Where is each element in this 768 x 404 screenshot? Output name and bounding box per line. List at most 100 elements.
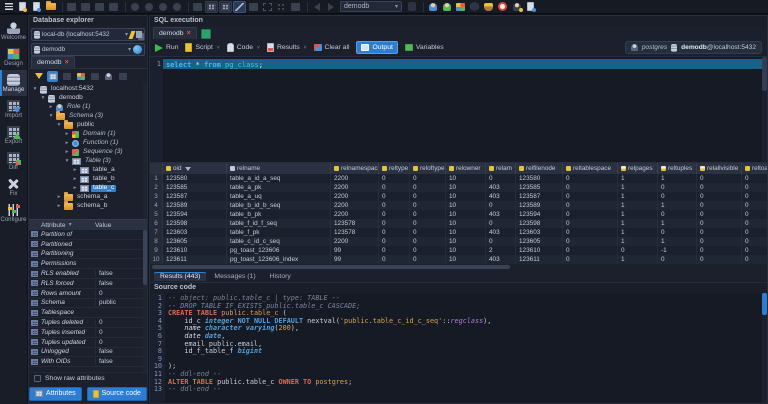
attribute-row[interactable]: Permissions [29, 259, 147, 269]
cell-oid[interactable]: 123605 [163, 237, 227, 246]
nav-back-button[interactable] [310, 1, 323, 13]
cell-reltuples[interactable]: 0 [658, 183, 697, 192]
copy-button[interactable] [89, 71, 100, 82]
tab-results-443-[interactable]: Results (443) [154, 272, 206, 281]
cell-relpages[interactable]: 1 [618, 228, 658, 237]
cell-reltype[interactable]: 0 [379, 183, 410, 192]
expanded-arrow-icon[interactable]: ▾ [32, 87, 38, 93]
column-header-reltablespace[interactable]: reltablespace [563, 163, 618, 174]
new-object-button[interactable] [247, 1, 260, 13]
main-menu-button[interactable] [2, 1, 15, 13]
clear-all-button[interactable]: Clear all [314, 44, 350, 51]
run-button[interactable]: Run [155, 44, 178, 52]
collapsed-arrow-icon[interactable]: ▸ [48, 105, 54, 111]
cell-relallvisible[interactable]: 0 [697, 210, 742, 219]
cell-reltablespace[interactable]: 0 [563, 192, 618, 201]
sidebar-item-welcome[interactable]: Welcome [0, 18, 27, 44]
select-items-button[interactable] [275, 1, 288, 13]
tree-item[interactable]: ▾demodb [29, 94, 147, 103]
cell-relowner[interactable]: 10 [446, 255, 486, 264]
cell-reltablespace[interactable]: 0 [563, 210, 618, 219]
attribute-row[interactable]: Partitioning [29, 250, 147, 260]
cell-relname[interactable]: table_b_pk [227, 210, 331, 219]
cell-relfilenode[interactable]: 123610 [516, 246, 563, 255]
attribute-column-header[interactable]: Attribute [41, 222, 66, 229]
cell-relpages[interactable]: 1 [618, 237, 658, 246]
cell-reltuples[interactable]: 1 [658, 174, 697, 183]
cell-relfilenode[interactable]: 123603 [516, 228, 563, 237]
cell-relname[interactable]: pg_toast_123606_index [227, 255, 331, 264]
cell-relowner[interactable]: 10 [446, 237, 486, 246]
cell-relnamespace[interactable]: 2200 [331, 210, 379, 219]
sql-editor[interactable]: 1 select * from pg_class; [150, 56, 767, 162]
export-file-button[interactable] [93, 1, 106, 13]
tree-item[interactable]: ▾Schema (3) [29, 112, 147, 121]
tree-item[interactable]: ▾Table (3) [29, 157, 147, 166]
cell-reltype[interactable]: 0 [379, 201, 410, 210]
cell-relname[interactable]: table_c_id_c_seq [227, 237, 331, 246]
tree-item[interactable]: ▸schema_a [29, 193, 147, 202]
cell-reltoastrelid[interactable]: 0 [742, 255, 767, 264]
source-scrollbar[interactable] [762, 293, 767, 403]
open-model-button[interactable] [44, 1, 57, 13]
cell-relname[interactable]: pg_toast_123606 [227, 246, 331, 255]
table-row[interactable]: 10123611pg_toast_123606_index99001040312… [150, 255, 767, 264]
cell-reloftype[interactable]: 0 [410, 183, 446, 192]
cell-oid[interactable]: 123611 [163, 255, 227, 264]
cell-relam[interactable]: 2 [486, 246, 516, 255]
table-row[interactable]: 7123603table_f_pk12357800104031236030100… [150, 228, 767, 237]
column-header-reloftype[interactable]: reloftype [410, 163, 446, 174]
cell-relfilenode[interactable]: 123611 [516, 255, 563, 264]
copy-connection-icon[interactable] [136, 31, 142, 38]
cell-reloftype[interactable]: 0 [410, 192, 446, 201]
plugins-button[interactable] [454, 1, 467, 13]
attribute-row[interactable]: Partition of [29, 230, 147, 240]
tab-history[interactable]: History [264, 272, 297, 281]
source-code-button[interactable]: Source code [87, 387, 147, 401]
cell-relallvisible[interactable]: 0 [697, 219, 742, 228]
cell-reloftype[interactable]: 0 [410, 201, 446, 210]
attribute-row[interactable]: Rows amount0 [29, 289, 147, 299]
cell-reltype[interactable]: 0 [379, 210, 410, 219]
editor-scrollbar[interactable] [762, 57, 767, 162]
sidebar-item-configure[interactable]: Configure [0, 200, 27, 226]
tree-item[interactable]: ▸Function (1) [29, 139, 147, 148]
cell-relam[interactable]: 0 [486, 219, 516, 228]
cell-relname[interactable]: table_a_uq [227, 192, 331, 201]
cell-relnamespace[interactable]: 99 [331, 255, 379, 264]
sql-tab-demodb[interactable]: demodb × [153, 27, 197, 39]
table-row[interactable]: 9123610pg_toast_123606990010212361000-10… [150, 246, 767, 255]
column-header-relowner[interactable]: relowner [446, 163, 486, 174]
column-header-relpages[interactable]: relpages [618, 163, 658, 174]
move-layer-button[interactable] [289, 1, 302, 13]
cell-reltuples[interactable]: -1 [658, 246, 697, 255]
db-model-button[interactable] [405, 1, 418, 13]
cell-relowner[interactable]: 10 [446, 210, 486, 219]
tree-item[interactable]: ▸schema_b [29, 202, 147, 211]
cell-reltablespace[interactable]: 0 [563, 246, 618, 255]
edit-mode-button[interactable] [233, 1, 246, 13]
table-row[interactable]: 3123587table_a_uq2200001040312358701000 [150, 192, 767, 201]
cell-reltablespace[interactable]: 0 [563, 255, 618, 264]
zoom-out-button[interactable] [128, 1, 141, 13]
tree-item[interactable]: ▸table_a [29, 166, 147, 175]
cell-relam[interactable]: 403 [486, 183, 516, 192]
cell-oid[interactable]: 123580 [163, 174, 227, 183]
cell-reltype[interactable]: 0 [379, 192, 410, 201]
tree-item[interactable]: ▸table_c [29, 184, 147, 193]
cell-relnamespace[interactable]: 2200 [331, 174, 379, 183]
expanded-arrow-icon[interactable]: ▾ [64, 159, 70, 165]
attribute-row[interactable]: Tablespace [29, 308, 147, 318]
source-code-body[interactable]: 12345678910111213 -- object: public.tabl… [150, 293, 767, 403]
cell-reloftype[interactable]: 0 [410, 228, 446, 237]
tree-item[interactable]: ▸Sequence (3) [29, 148, 147, 157]
save-model-button[interactable] [30, 1, 43, 13]
cell-reltype[interactable]: 0 [379, 237, 410, 246]
output-button[interactable]: Output [356, 41, 397, 54]
sponsor-button[interactable] [510, 1, 523, 13]
tab-messages-1-[interactable]: Messages (1) [208, 272, 261, 281]
cell-relpages[interactable]: 1 [618, 201, 658, 210]
objects-view-button[interactable] [47, 71, 58, 82]
grid-view-button[interactable] [205, 1, 218, 13]
objects-view-button[interactable] [219, 1, 232, 13]
